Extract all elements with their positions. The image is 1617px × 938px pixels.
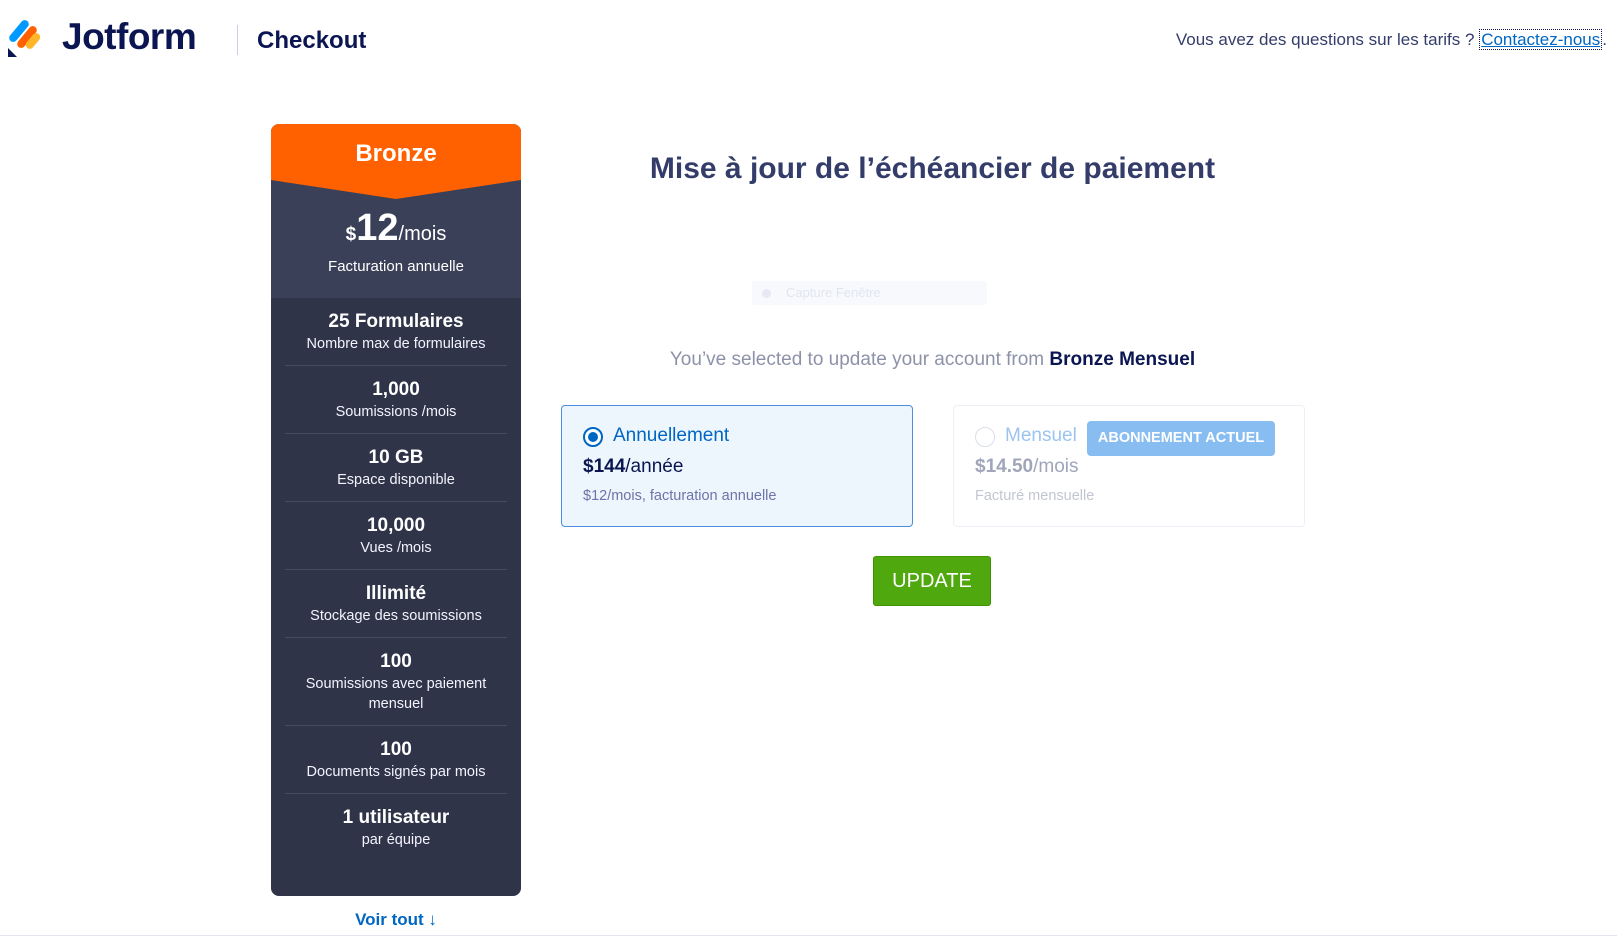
option-annual-label: Annuellement xyxy=(613,425,730,446)
plan-price: $ 12 /mois xyxy=(271,207,521,250)
option-monthly[interactable]: Mensuel ABONNEMENT ACTUEL $14.50/mois Fa… xyxy=(953,405,1305,527)
radio-annual[interactable] xyxy=(583,427,603,447)
annual-price-amount: $144 xyxy=(583,456,626,477)
price-amount: 12 xyxy=(356,207,399,249)
arrow-down-icon: ↓ xyxy=(428,910,437,929)
radio-monthly[interactable] xyxy=(975,427,995,447)
header: Jotform Checkout Vous avez des questions… xyxy=(0,0,1617,80)
monthly-price-amount: $14.50 xyxy=(975,456,1034,477)
option-monthly-label: Mensuel xyxy=(1005,425,1077,446)
page-section-title: Checkout xyxy=(257,27,367,54)
feature-subtitle: par équipe xyxy=(361,832,431,848)
feature-item: 100 Documents signés par mois xyxy=(285,726,507,794)
feature-subtitle: Soumissions /mois xyxy=(335,404,457,420)
ghost-dot-icon xyxy=(762,289,771,298)
option-annual-note: $12/mois, facturation annuelle xyxy=(583,488,777,504)
page-title: Mise à jour de l’échéancier de paiement xyxy=(649,152,1216,185)
feature-item: Illimité Stockage des soumissions xyxy=(285,570,507,638)
feature-subtitle: Soumissions avec paiement mensuel xyxy=(305,676,487,712)
feature-subtitle: Documents signés par mois xyxy=(306,764,486,780)
option-annual[interactable]: Annuellement $144/année $12/mois, factur… xyxy=(561,405,913,527)
price-currency: $ xyxy=(345,224,357,245)
jotform-logo-icon[interactable] xyxy=(7,20,45,58)
plan-name: Bronze xyxy=(355,140,437,167)
option-annual-price: $144/année xyxy=(583,456,683,478)
feature-title: Illimité xyxy=(365,583,427,604)
feature-title: 100 xyxy=(380,739,412,760)
current-plan-name: Bronze Mensuel xyxy=(1049,349,1196,370)
ghost-tooltip-text: Capture Fenêtre xyxy=(786,285,881,300)
header-divider xyxy=(237,25,238,55)
price-period: /mois xyxy=(398,223,447,245)
plan-features: 25 Formulaires Nombre max de formulaires… xyxy=(271,298,521,861)
contact-link[interactable]: Contactez-nous xyxy=(1479,29,1603,50)
feature-item: 1,000 Soumissions /mois xyxy=(285,366,507,434)
plan-price-block: $ 12 /mois Facturation annuelle xyxy=(271,199,521,298)
feature-item: 1 utilisateur par équipe xyxy=(285,794,507,861)
brand-name[interactable]: Jotform xyxy=(62,16,197,58)
pricing-help-tail: . xyxy=(1602,30,1607,49)
pricing-help-text: Vous avez des questions sur les tarifs ? xyxy=(1175,30,1475,49)
plan-billing: Facturation annuelle xyxy=(328,258,464,275)
bottom-divider xyxy=(0,935,1617,936)
pricing-help: Vous avez des questions sur les tarifs ?… xyxy=(1175,29,1607,50)
plan-card: Bronze $ 12 /mois Facturation annuelle 2… xyxy=(271,124,521,896)
annual-price-period: /année xyxy=(625,456,684,477)
feature-subtitle: Nombre max de formulaires xyxy=(306,336,486,352)
update-button[interactable]: UPDATE xyxy=(873,556,991,606)
ghost-tooltip: Capture Fenêtre xyxy=(752,281,987,305)
feature-item: 100 Soumissions avec paiement mensuel xyxy=(285,638,507,726)
plan-header: Bronze xyxy=(271,124,521,199)
feature-subtitle: Espace disponible xyxy=(337,472,455,488)
feature-item: 25 Formulaires Nombre max de formulaires xyxy=(285,298,507,366)
feature-title: 100 xyxy=(380,651,412,672)
selection-summary: You’ve selected to update your account f… xyxy=(560,349,1305,371)
feature-title: 25 Formulaires xyxy=(328,311,464,332)
current-subscription-badge: ABONNEMENT ACTUEL xyxy=(1087,421,1275,456)
feature-title: 1,000 xyxy=(372,379,420,400)
feature-subtitle: Stockage des soumissions xyxy=(310,608,482,624)
feature-title: 10,000 xyxy=(366,515,426,536)
feature-item: 10 GB Espace disponible xyxy=(285,434,507,502)
feature-title: 1 utilisateur xyxy=(342,807,450,828)
feature-subtitle: Vues /mois xyxy=(360,540,432,556)
option-monthly-note: Facturé mensuelle xyxy=(975,488,1095,504)
feature-item: 10,000 Vues /mois xyxy=(285,502,507,570)
option-monthly-price: $14.50/mois xyxy=(975,456,1079,478)
see-all-link[interactable]: Voir tout ↓ xyxy=(271,910,521,930)
see-all-label: Voir tout xyxy=(355,910,424,929)
feature-title: 10 GB xyxy=(368,447,424,468)
selection-summary-prefix: You’ve selected to update your account f… xyxy=(669,349,1045,370)
monthly-price-period: /mois xyxy=(1033,456,1079,477)
